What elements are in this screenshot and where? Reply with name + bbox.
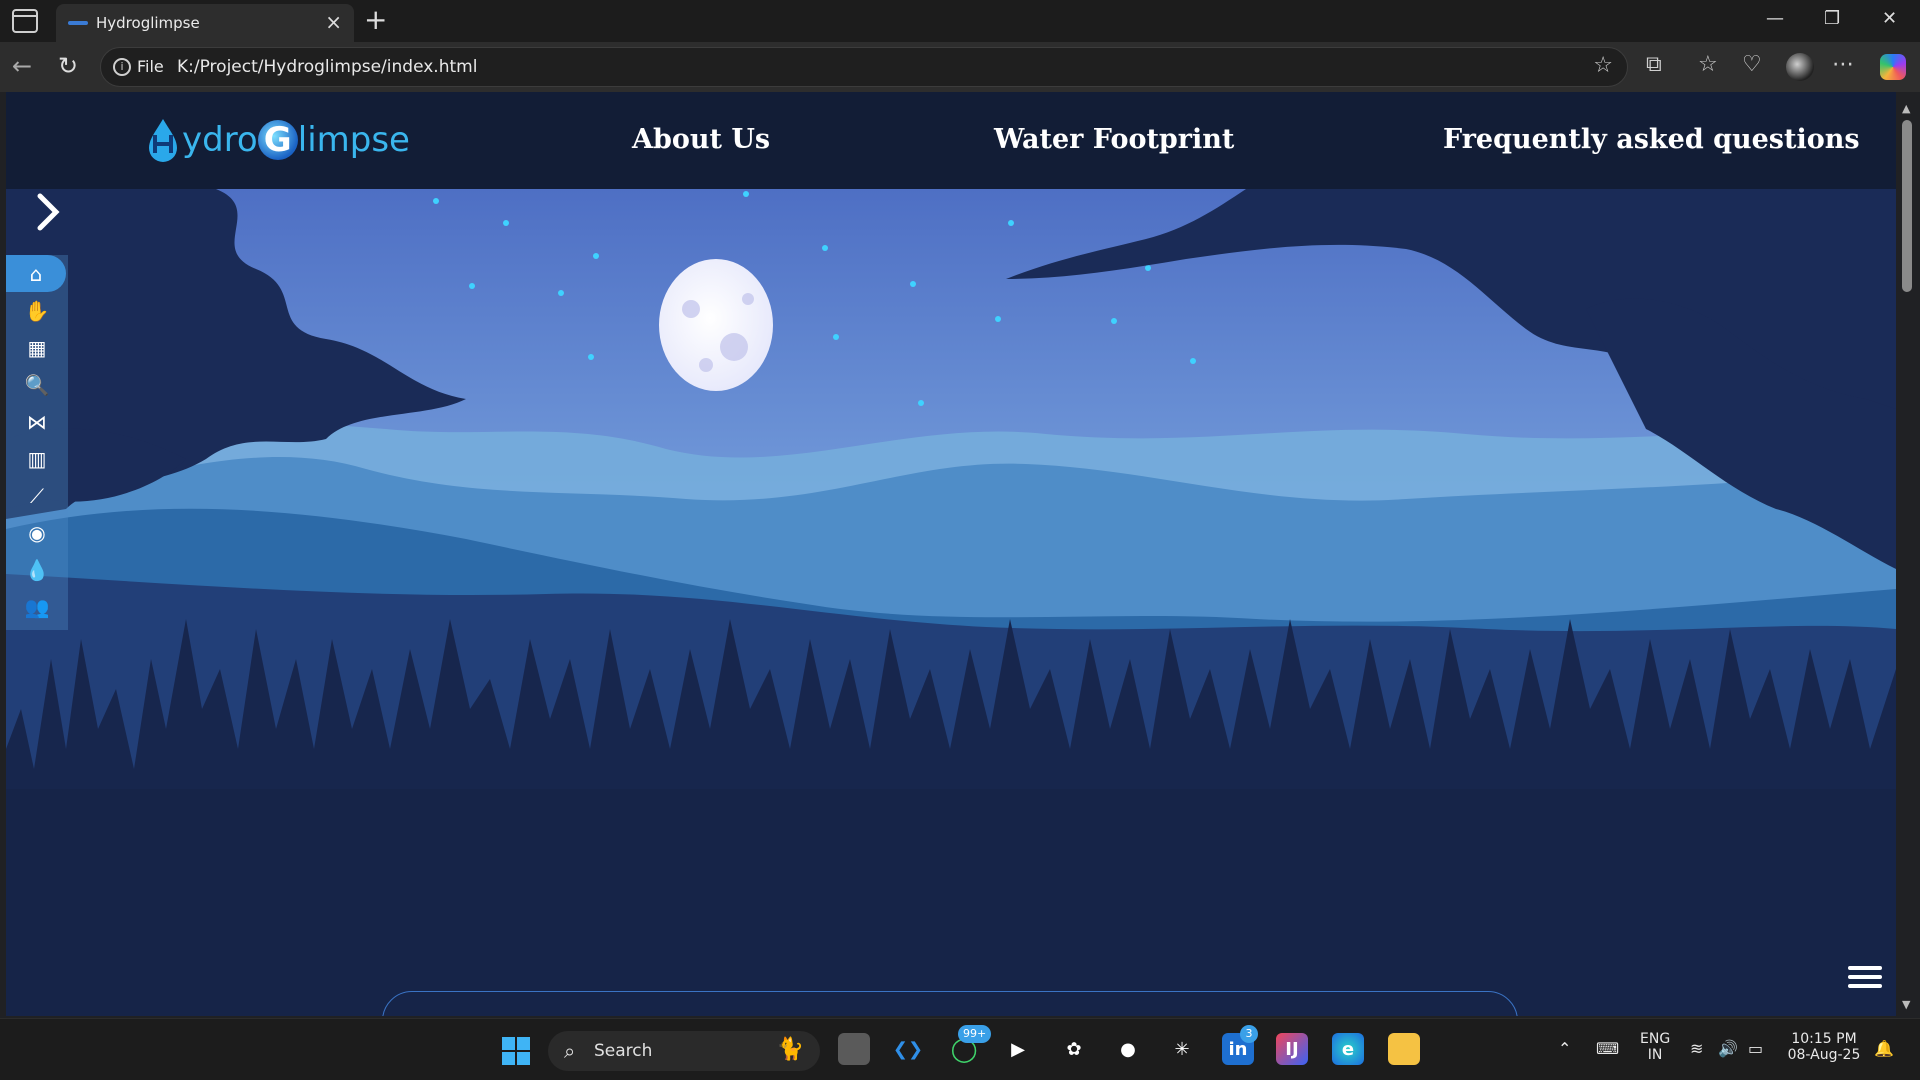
target-icon: ◉ <box>28 520 46 545</box>
notification-bell-icon[interactable]: 🔔 <box>1874 1039 1894 1058</box>
favorite-star-icon[interactable]: ☆ <box>1593 53 1613 78</box>
hand-holding-water-icon: ✋ <box>24 298 50 323</box>
vscode-icon[interactable]: ❮❯ <box>892 1033 924 1065</box>
clock-time: 10:15 PM <box>1791 1031 1857 1047</box>
address-prefix: File <box>137 57 164 76</box>
calculator-icon: ▦ <box>27 335 47 360</box>
more-options-icon[interactable]: ⋯ <box>1832 52 1854 77</box>
language-indicator[interactable]: ENG IN <box>1640 1031 1670 1063</box>
wifi-icon[interactable]: ≋ <box>1690 1039 1703 1058</box>
close-tab-icon[interactable]: × <box>325 10 342 34</box>
whatsapp-badge: 99+ <box>958 1025 992 1043</box>
logo-text-left: ydro <box>182 120 258 160</box>
linkedin-badge: 3 <box>1240 1025 1258 1043</box>
task-view-icon[interactable] <box>838 1033 870 1065</box>
jetbrains-icon[interactable]: IJ <box>1276 1033 1308 1065</box>
media-player-icon[interactable]: ▶ <box>1002 1033 1034 1065</box>
sidebar-line-chart[interactable]: ⟋ <box>6 477 68 514</box>
sidebar-target[interactable]: ◉ <box>6 514 68 551</box>
show-hidden-icons-chevron-icon[interactable]: ⌃ <box>1558 1039 1571 1058</box>
scroll-down-arrow-icon[interactable]: ▼ <box>1902 998 1910 1011</box>
sidebar-home[interactable]: ⌂ <box>6 255 66 292</box>
taskbar-search-label: Search <box>594 1041 653 1061</box>
nav-about-us[interactable]: About Us <box>632 124 770 155</box>
minimize-button[interactable]: — <box>1766 8 1784 29</box>
address-bar[interactable]: i File K:/Project/Hydroglimpse/index.htm… <box>100 47 1628 87</box>
battery-icon[interactable]: ▭ <box>1748 1039 1763 1058</box>
refresh-icon[interactable]: ↻ <box>58 52 78 80</box>
hamburger-menu-icon[interactable] <box>1848 966 1882 992</box>
sidebar-expand-chevron-icon[interactable] <box>36 192 62 232</box>
logo-g-icon: G <box>257 120 298 160</box>
edge-browser-icon[interactable]: e <box>1332 1033 1364 1065</box>
sidebar-water-drop[interactable]: 💧 <box>6 551 68 588</box>
content-card-outline <box>382 991 1518 1016</box>
language-top: ENG <box>1640 1031 1671 1047</box>
restore-button[interactable]: ❐ <box>1824 8 1840 29</box>
browser-window: Hydroglimpse × + — ❐ ✕ ← ↻ i File K:/Pro… <box>0 0 1920 1080</box>
workspaces-button[interactable] <box>12 9 38 33</box>
taskbar-search[interactable]: ⌕ Search 🐈 <box>548 1031 820 1071</box>
tab-title: Hydroglimpse <box>96 14 200 32</box>
close-window-button[interactable]: ✕ <box>1882 8 1897 29</box>
windows-start-icon[interactable] <box>502 1037 530 1065</box>
sidebar-network[interactable]: ⋈ <box>6 403 68 440</box>
bar-chart-icon: ▥ <box>27 446 47 471</box>
search-icon: ⌕ <box>564 1039 576 1063</box>
sidebar-search-analytics[interactable]: 🔍 <box>6 366 68 403</box>
network-icon: ⋈ <box>27 409 47 434</box>
favorites-icon[interactable]: ☆ <box>1698 52 1718 77</box>
language-bottom: IN <box>1647 1047 1663 1063</box>
back-icon[interactable]: ← <box>12 52 32 80</box>
url-text[interactable]: K:/Project/Hydroglimpse/index.html <box>177 57 477 77</box>
new-tab-button[interactable]: + <box>364 3 387 36</box>
file-explorer-icon[interactable] <box>1388 1033 1420 1065</box>
clock-date: 08-Aug-25 <box>1787 1047 1861 1063</box>
clock[interactable]: 10:15 PM 08-Aug-25 <box>1786 1031 1862 1063</box>
tab-favicon-icon <box>68 21 88 25</box>
nav-faq[interactable]: Frequently asked questions <box>1443 124 1860 155</box>
hydroglimpse-logo[interactable]: ydro G limpse <box>146 110 410 170</box>
volume-icon[interactable]: 🔊 <box>1718 1039 1738 1058</box>
line-chart-icon: ⟋ <box>30 483 44 508</box>
keyboard-icon[interactable]: ⌨ <box>1596 1039 1619 1058</box>
github-icon[interactable]: ● <box>1112 1033 1144 1065</box>
sidebar-calculator[interactable]: ▦ <box>6 329 68 366</box>
site-header: ydro G limpse About Us Water Footprint F… <box>6 92 1896 189</box>
copilot-icon[interactable] <box>1880 54 1906 80</box>
info-icon[interactable]: i <box>113 58 131 76</box>
moon <box>659 259 773 391</box>
browser-toolbar: ← ↻ i File K:/Project/Hydroglimpse/index… <box>0 42 1920 92</box>
water-drop-icon: 💧 <box>24 557 50 582</box>
page-scrollbar[interactable]: ▲ ▼ <box>1896 92 1920 1016</box>
home-icon: ⌂ <box>29 261 43 286</box>
browser-tab[interactable]: Hydroglimpse × <box>56 4 354 42</box>
perplexity-icon[interactable]: ✳ <box>1166 1033 1198 1065</box>
sidebar-nav: ⌂ ✋ ▦ 🔍 ⋈ ▥ ⟋ ◉ 💧 👥 <box>6 255 68 630</box>
extensions-icon[interactable]: ⧉ <box>1646 52 1662 77</box>
search-chart-icon: 🔍 <box>24 372 50 397</box>
scroll-up-arrow-icon[interactable]: ▲ <box>1902 102 1910 115</box>
hero-night-landscape <box>6 189 1896 1016</box>
logo-drop-icon <box>149 119 177 162</box>
profile-avatar[interactable] <box>1786 53 1814 81</box>
sidebar-users[interactable]: 👥 <box>6 588 68 625</box>
page-viewport: ydro G limpse About Us Water Footprint F… <box>6 92 1896 1016</box>
search-highlight-cat-icon: 🐈 <box>776 1037 804 1062</box>
sidebar-bar-chart[interactable]: ▥ <box>6 440 68 477</box>
chatgpt-icon[interactable]: ✿ <box>1058 1033 1090 1065</box>
users-icon: 👥 <box>24 594 50 619</box>
browser-essentials-icon[interactable]: ♡ <box>1742 52 1762 77</box>
scrollbar-thumb[interactable] <box>1902 120 1912 292</box>
logo-text-right: limpse <box>297 120 410 160</box>
sidebar-hand-water[interactable]: ✋ <box>6 292 68 329</box>
windows-taskbar: ⌕ Search 🐈 ❮❯ ◯ 99+ ▶ ✿ ● ✳ in 3 IJ e ⌃ … <box>0 1018 1920 1080</box>
nav-water-footprint[interactable]: Water Footprint <box>994 124 1234 155</box>
tab-strip: Hydroglimpse × + — ❐ ✕ <box>0 0 1920 42</box>
